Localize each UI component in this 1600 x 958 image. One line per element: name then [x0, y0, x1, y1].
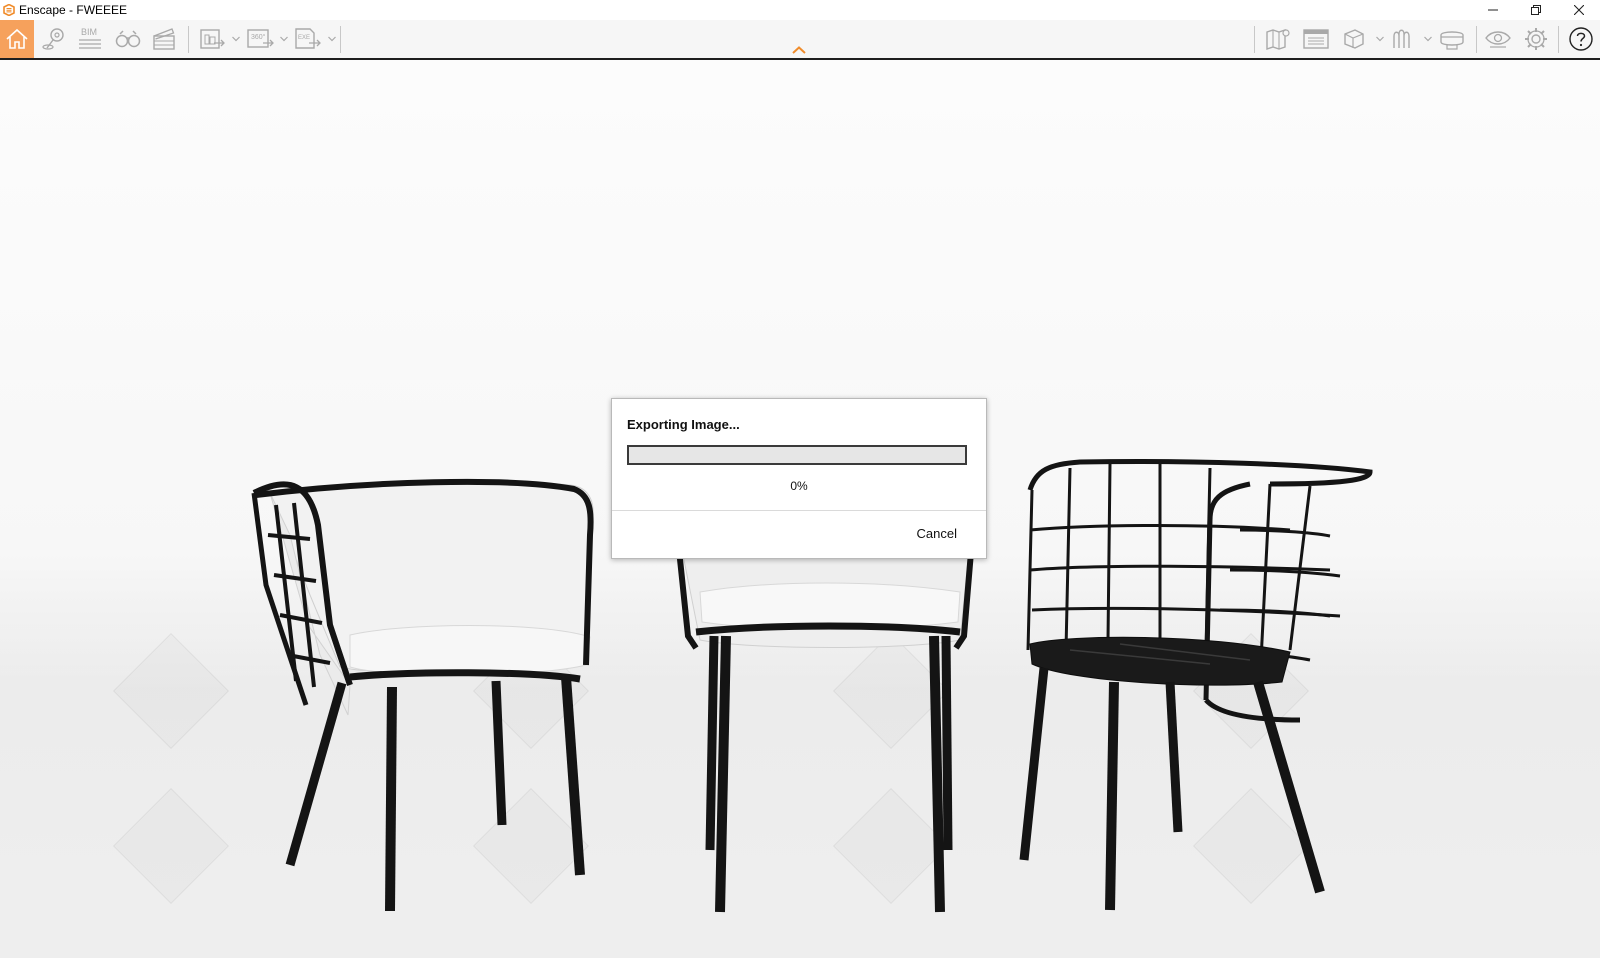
cube-view-button[interactable] [1338, 24, 1370, 54]
toolbar-collapse-toggle[interactable] [790, 44, 808, 56]
minimize-button[interactable] [1471, 0, 1514, 20]
location-pin-icon [42, 28, 64, 50]
bim-button[interactable]: BIM [74, 24, 106, 54]
screenshot-export-icon [200, 29, 225, 49]
settings-button[interactable] [1520, 24, 1552, 54]
main-toolbar: BIM 360° EXE [0, 20, 1600, 60]
cube-view-dropdown-caret[interactable] [1376, 34, 1384, 44]
render-window-button[interactable] [1300, 24, 1332, 54]
toolbar-separator [1476, 26, 1477, 53]
walk-mode-button[interactable] [112, 24, 144, 54]
map-icon [1266, 29, 1290, 50]
chevron-down-icon [232, 36, 240, 42]
toolbar-separator [1254, 26, 1255, 53]
export-progress-bar [627, 445, 967, 465]
visual-settings-button[interactable] [1482, 24, 1514, 54]
chevron-down-icon [328, 36, 336, 42]
exe-dropdown-caret[interactable] [328, 34, 336, 44]
screenshot-dropdown-caret[interactable] [232, 34, 240, 44]
bim-icon-label: BIM [81, 27, 97, 37]
cancel-button[interactable]: Cancel [917, 526, 957, 541]
clapperboard-icon [153, 28, 175, 50]
settings-icon [1525, 28, 1547, 50]
panorama-360-export-icon: 360° [247, 29, 274, 48]
minimize-icon [1487, 9, 1498, 11]
toolbar-separator [1558, 26, 1559, 53]
map-button[interactable] [1262, 24, 1294, 54]
panorama-icon-label: 360° [251, 33, 266, 41]
eye-icon [1485, 31, 1511, 48]
video-editor-button[interactable] [148, 24, 180, 54]
chevron-down-icon [1376, 36, 1384, 42]
chevron-down-icon [1424, 36, 1432, 42]
close-icon [1573, 5, 1584, 15]
material-dropdown-caret[interactable] [1424, 34, 1432, 44]
help-button[interactable] [1565, 24, 1597, 54]
home-icon [6, 28, 28, 49]
vr-headset-button[interactable] [1436, 24, 1468, 54]
vr-headset-icon [1440, 31, 1464, 50]
material-icon [1393, 29, 1410, 48]
toolbar-separator [340, 26, 341, 53]
enscape-logo-icon [3, 4, 15, 16]
window-title: Enscape - FWEEEE [19, 3, 128, 17]
material-button[interactable] [1388, 24, 1420, 54]
help-icon [1569, 27, 1593, 51]
chair-middle [675, 540, 975, 913]
panorama-dropdown-caret[interactable] [280, 34, 288, 44]
exe-icon-label: EXE [298, 35, 310, 41]
export-progress-dialog: Exporting Image... 0% Cancel [611, 398, 987, 559]
chair-right [1019, 458, 1373, 911]
dialog-title: Exporting Image... [627, 417, 740, 432]
binoculars-icon [115, 30, 141, 48]
bim-icon: BIM [79, 27, 101, 49]
views-button[interactable] [38, 24, 70, 54]
chair-left [251, 478, 594, 912]
progress-percent-label: 0% [790, 479, 808, 493]
chevron-up-icon [792, 46, 806, 54]
home-button[interactable] [0, 20, 34, 58]
dialog-divider [612, 510, 986, 511]
screenshot-export-button[interactable] [196, 24, 228, 54]
render-window-icon [1303, 29, 1329, 49]
toolbar-separator [188, 26, 189, 53]
exe-export-icon: EXE [295, 28, 321, 49]
restore-icon [1530, 5, 1541, 15]
window-controls [1471, 0, 1600, 20]
chevron-down-icon [280, 36, 288, 42]
title-bar: Enscape - FWEEEE [0, 0, 1600, 20]
cube-view-icon [1344, 29, 1364, 49]
restore-button[interactable] [1514, 0, 1557, 20]
close-button[interactable] [1557, 0, 1600, 20]
exe-export-button[interactable]: EXE [292, 24, 324, 54]
panorama-export-button[interactable]: 360° [244, 24, 276, 54]
